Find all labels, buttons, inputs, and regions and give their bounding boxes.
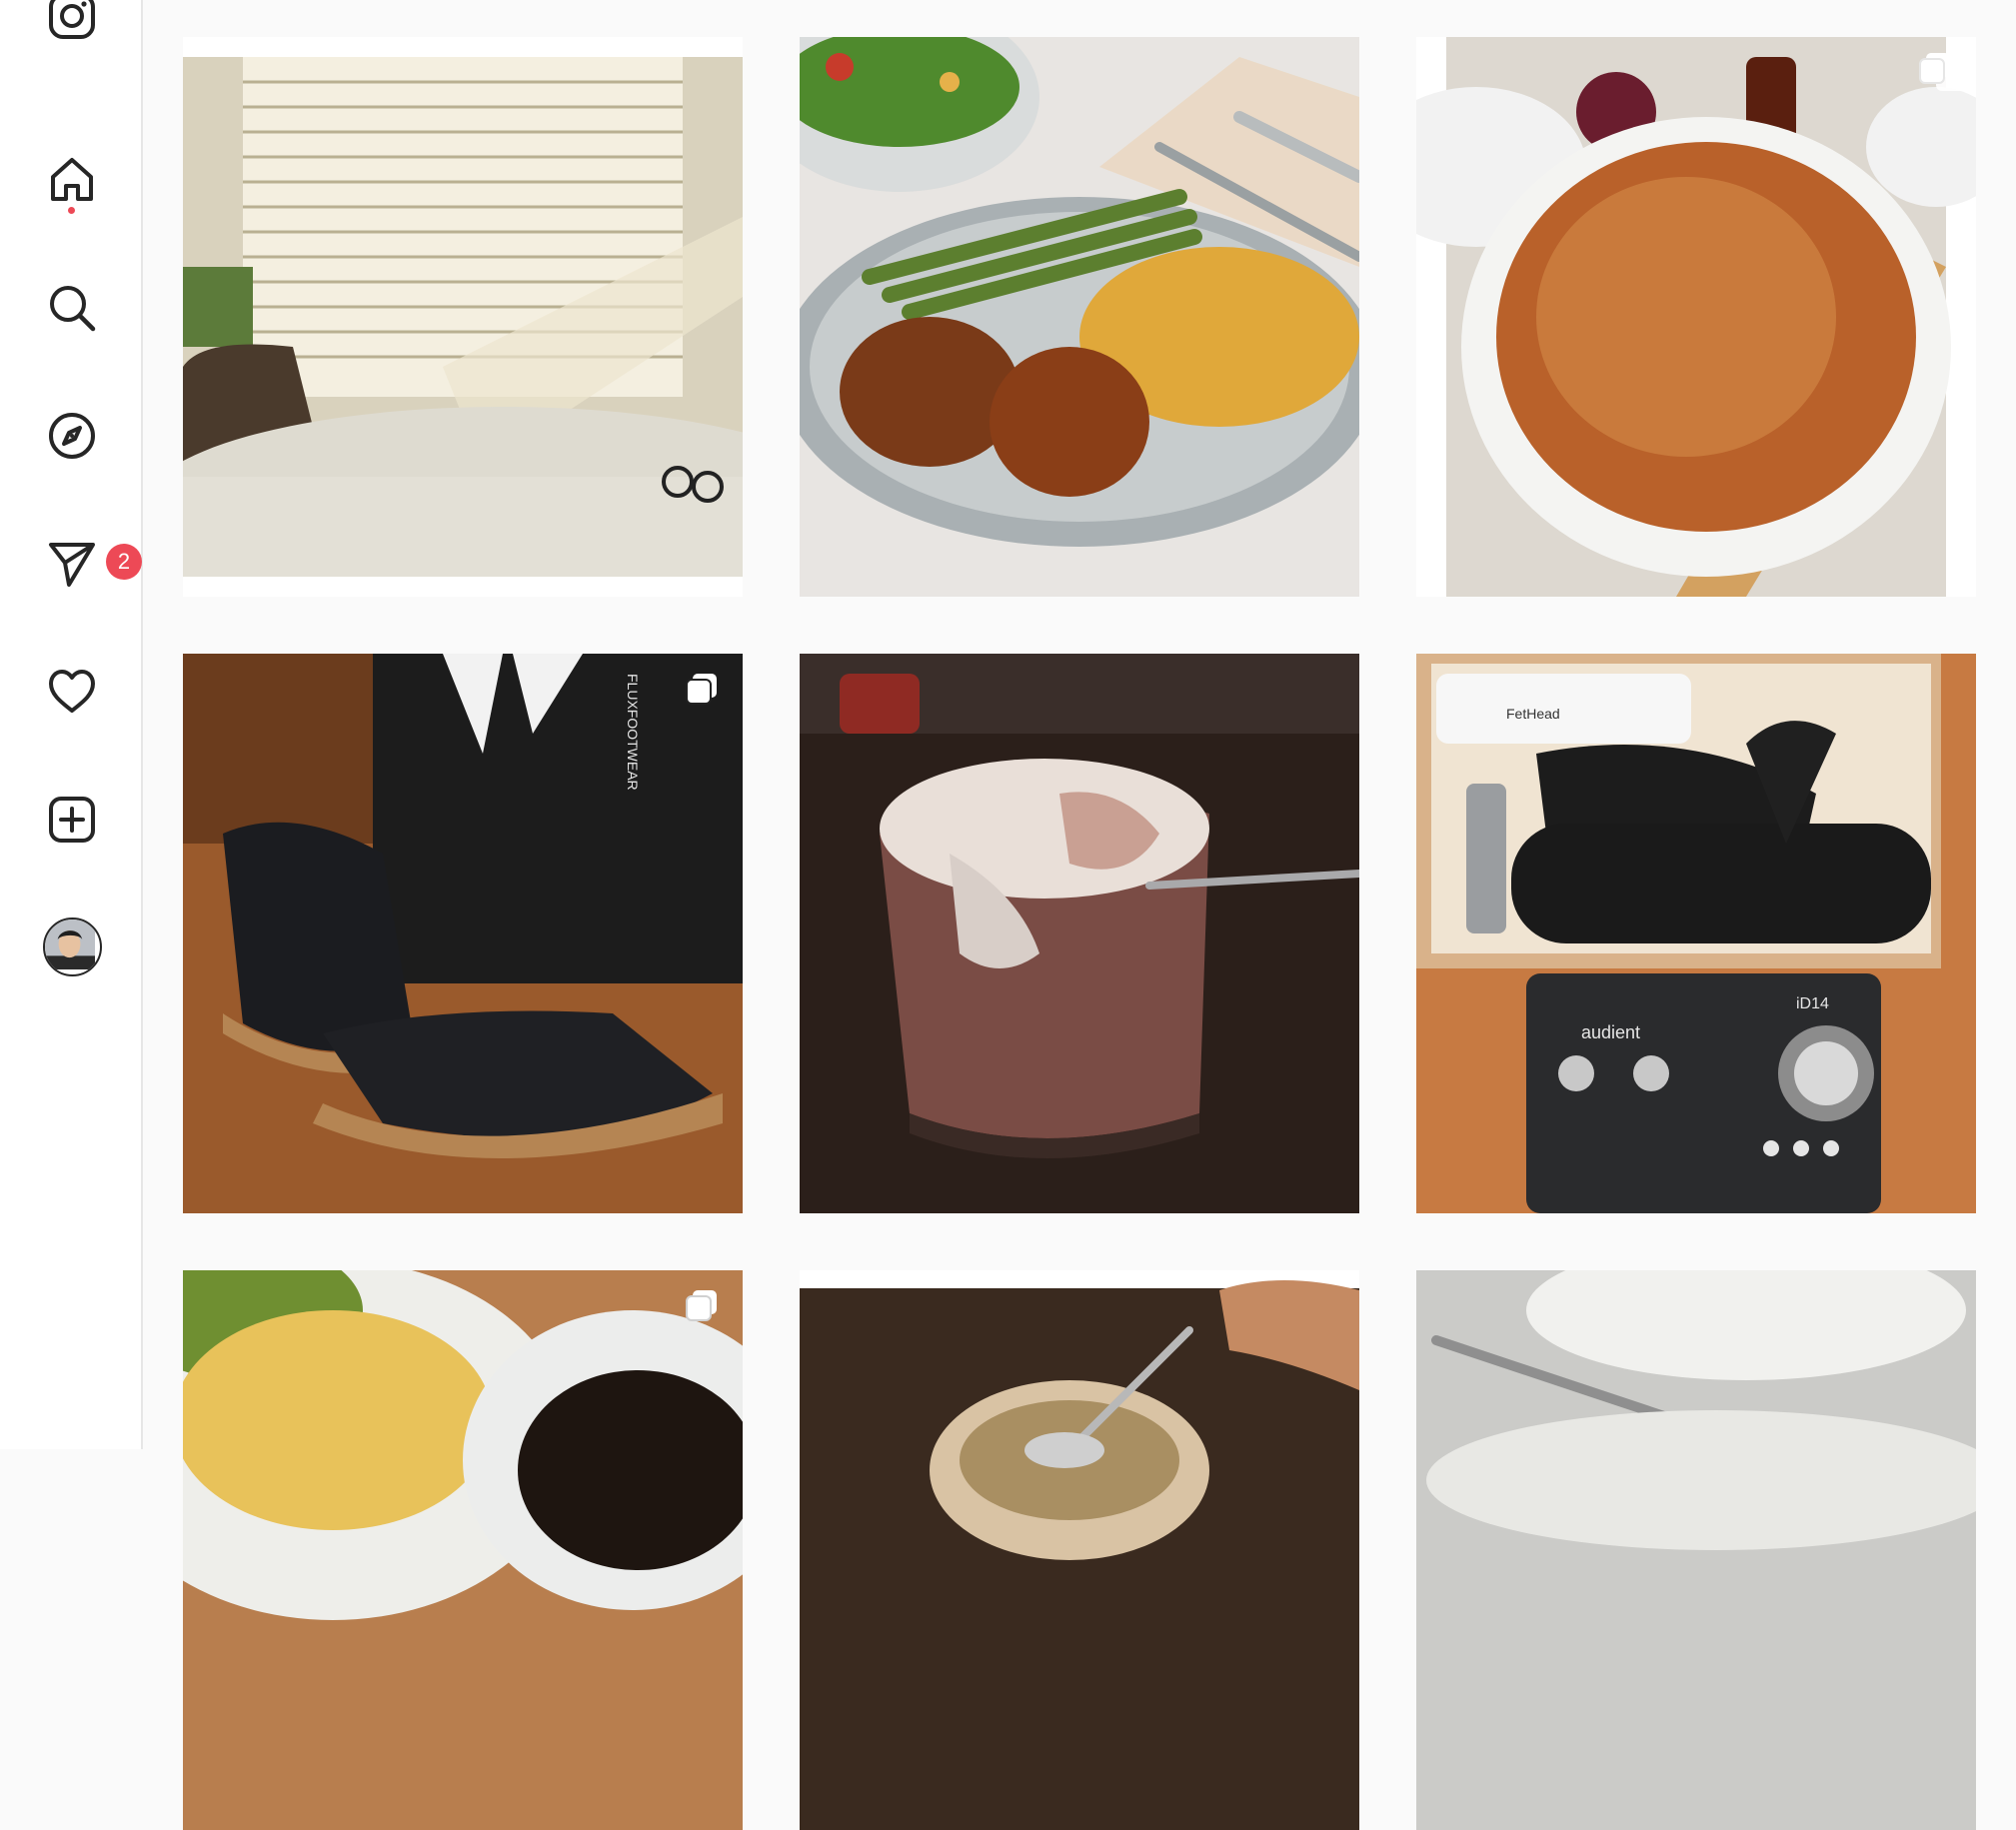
- multiple-photos-icon: [1919, 53, 1950, 84]
- post-tile[interactable]: [183, 1270, 743, 1830]
- post-photo: FLUXFOOTWEAR: [183, 654, 743, 1213]
- nav-messages[interactable]: 2: [36, 528, 142, 600]
- search-icon: [50, 286, 96, 332]
- post-photo: [800, 1270, 1359, 1830]
- post-photo: [183, 37, 743, 597]
- post-photo: FetHead audient iD14: [1416, 654, 1976, 1213]
- messages-badge: 2: [106, 544, 142, 580]
- post-photo: [800, 37, 1359, 597]
- heart-icon: [49, 670, 95, 713]
- post-tile[interactable]: [800, 1270, 1359, 1830]
- nav-home[interactable]: [36, 144, 108, 216]
- id14-label: iD14: [1796, 995, 1829, 1012]
- post-photo: [1416, 37, 1976, 597]
- post-tile[interactable]: [1416, 37, 1976, 597]
- post-photo: [800, 654, 1359, 1213]
- post-tile[interactable]: [1416, 1270, 1976, 1830]
- instagram-logo[interactable]: [36, 0, 108, 52]
- instagram-icon: [49, 0, 95, 39]
- sidebar: 2: [0, 0, 143, 1449]
- multiple-photos-icon: [686, 1290, 717, 1321]
- nav-explore[interactable]: [36, 400, 108, 472]
- post-tile[interactable]: [183, 37, 743, 597]
- compass-icon: [49, 413, 95, 459]
- plus-square-icon: [49, 797, 95, 843]
- nav-notifications[interactable]: [36, 656, 108, 728]
- fethead-label: FetHead: [1506, 706, 1560, 722]
- home-icon: [51, 158, 93, 201]
- nav-create[interactable]: [36, 784, 108, 856]
- post-tile[interactable]: FLUXFOOTWEAR: [183, 654, 743, 1213]
- audient-label: audient: [1581, 1022, 1640, 1042]
- avatar: [42, 916, 102, 976]
- post-tile[interactable]: [800, 654, 1359, 1213]
- post-photo: [1416, 1270, 1976, 1830]
- home-activity-dot: [68, 207, 75, 214]
- post-photo: [183, 1270, 743, 1830]
- post-tile[interactable]: [800, 37, 1359, 597]
- direct-message-icon: [49, 543, 95, 587]
- nav-profile[interactable]: [36, 911, 108, 982]
- post-tile[interactable]: FetHead audient iD14: [1416, 654, 1976, 1213]
- box-brand-text: FLUXFOOTWEAR: [625, 674, 641, 791]
- nav-search[interactable]: [36, 272, 108, 344]
- multiple-photos-icon: [686, 674, 717, 705]
